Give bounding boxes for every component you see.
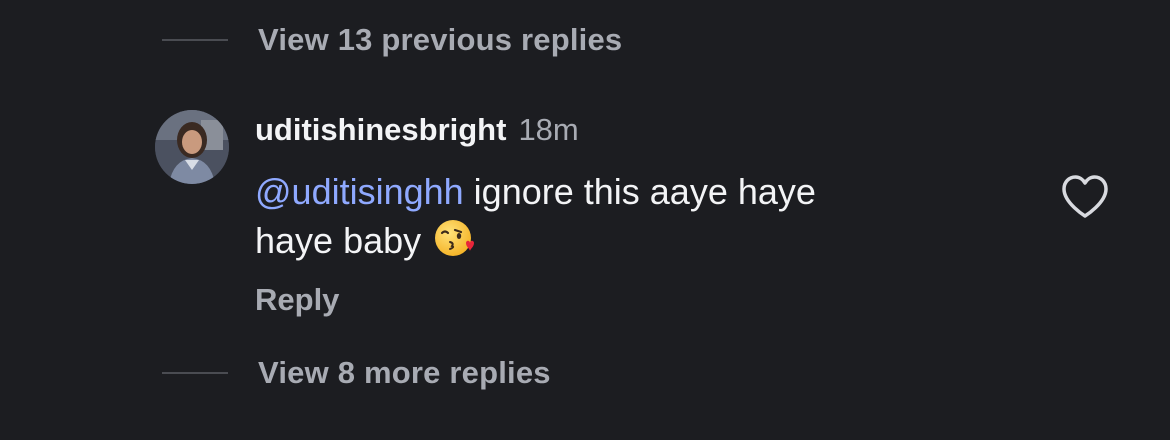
face-blowing-kiss-icon (435, 220, 475, 256)
avatar[interactable] (155, 110, 229, 184)
view-previous-replies-button[interactable]: View 13 previous replies (162, 20, 622, 60)
avatar-image (155, 110, 229, 184)
comment-meta: uditishinesbright 18m (255, 112, 579, 152)
view-more-replies-label: View 8 more replies (258, 355, 551, 390)
heart-outline-icon[interactable] (1058, 170, 1112, 224)
comments-thread: View 13 previous replies uditishinesbrig… (0, 0, 1170, 440)
comment-timestamp: 18m (518, 112, 579, 147)
comment-text-line-1: ignore this aaye haye (463, 171, 816, 212)
comment-item: uditishinesbright 18m @uditisinghh ignor… (155, 110, 1145, 330)
view-previous-replies-label: View 13 previous replies (258, 22, 623, 57)
comment-text-line-2: haye baby (255, 220, 422, 261)
reply-button[interactable]: Reply (255, 282, 339, 318)
comment-text: @uditisinghh ignore this aaye haye haye … (255, 168, 955, 265)
thread-divider-line (162, 372, 228, 374)
view-more-replies-button[interactable]: View 8 more replies (162, 353, 551, 393)
mention-link[interactable]: @uditisinghh (255, 171, 464, 212)
thread-divider-line (162, 39, 228, 41)
username-link[interactable]: uditishinesbright (255, 112, 506, 148)
